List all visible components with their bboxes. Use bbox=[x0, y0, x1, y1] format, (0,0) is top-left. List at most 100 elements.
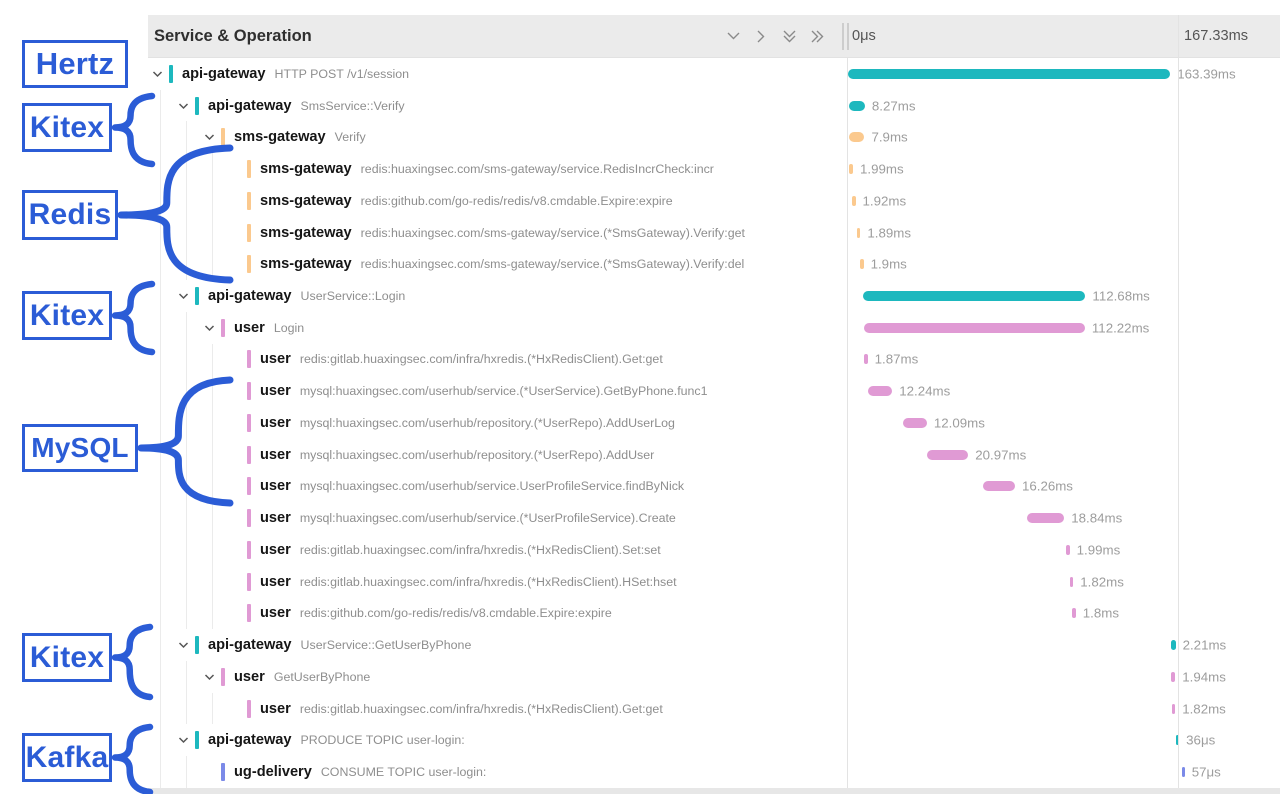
span-row[interactable]: sms-gatewayredis:github.com/go-redis/red… bbox=[148, 185, 1280, 217]
column-resizer-grip[interactable] bbox=[842, 23, 844, 50]
collapse-chevron-icon[interactable] bbox=[204, 131, 221, 143]
service-name: sms-gateway bbox=[260, 161, 352, 177]
service-name: user bbox=[234, 320, 265, 336]
indent-guide bbox=[212, 439, 213, 471]
span-row[interactable]: userLogin112.22ms bbox=[148, 312, 1280, 344]
span-duration-bar[interactable] bbox=[1182, 767, 1185, 777]
collapse-chevron-icon[interactable] bbox=[178, 734, 195, 746]
span-duration-bar[interactable] bbox=[860, 259, 864, 269]
span-duration-label: 36μs bbox=[1186, 733, 1215, 748]
indent-guide bbox=[160, 566, 161, 598]
indent-guide bbox=[160, 502, 161, 534]
indent-guide bbox=[186, 248, 187, 280]
span-duration-bar[interactable] bbox=[1171, 640, 1175, 650]
span-row[interactable]: userredis:github.com/go-redis/redis/v8.c… bbox=[148, 597, 1280, 629]
span-row[interactable]: api-gatewayUserService::GetUserByPhone2.… bbox=[148, 629, 1280, 661]
span-duration-bar[interactable] bbox=[864, 323, 1085, 333]
span-duration-label: 8.27ms bbox=[872, 98, 916, 113]
collapse-chevron-icon[interactable] bbox=[204, 322, 221, 334]
span-row[interactable]: userGetUserByPhone1.94ms bbox=[148, 661, 1280, 693]
span-name-column: api-gatewayUserService::Login bbox=[148, 280, 847, 312]
span-row[interactable]: api-gatewaySmsService::Verify8.27ms bbox=[148, 90, 1280, 122]
span-rows: api-gatewayHTTP POST /v1/session163.39ms… bbox=[148, 58, 1280, 788]
span-row[interactable]: usermysql:huaxingsec.com/userhub/service… bbox=[148, 471, 1280, 503]
trace-annotated-screenshot: Service & Operation 0μs 167.33ms api-gat… bbox=[0, 0, 1280, 794]
collapse-chevron-icon[interactable] bbox=[178, 290, 195, 302]
double-chevron-right-icon[interactable] bbox=[810, 29, 825, 44]
service-name: user bbox=[260, 415, 291, 431]
column-resizer-grip[interactable] bbox=[847, 23, 849, 50]
collapse-chevron-icon[interactable] bbox=[178, 639, 195, 651]
span-row[interactable]: usermysql:huaxingsec.com/userhub/service… bbox=[148, 375, 1280, 407]
span-duration-bar[interactable] bbox=[1171, 672, 1175, 682]
span-duration-label: 112.68ms bbox=[1092, 289, 1149, 304]
span-duration-bar[interactable] bbox=[1027, 513, 1064, 523]
span-bar-column: 112.68ms bbox=[847, 280, 1280, 312]
span-duration-label: 12.24ms bbox=[899, 384, 950, 399]
span-row[interactable]: ug-deliveryCONSUME TOPIC user-login:57μs bbox=[148, 756, 1280, 788]
span-row[interactable]: api-gatewayHTTP POST /v1/session163.39ms bbox=[148, 58, 1280, 90]
annotation-box-kafka: Kafka bbox=[22, 733, 112, 782]
span-bar-column: 20.97ms bbox=[847, 439, 1280, 471]
service-color-bar bbox=[247, 541, 251, 559]
indent-guide bbox=[160, 629, 161, 661]
span-row[interactable]: userredis:gitlab.huaxingsec.com/infra/hx… bbox=[148, 566, 1280, 598]
operation-name: redis:gitlab.huaxingsec.com/infra/hxredi… bbox=[300, 543, 661, 557]
span-duration-bar[interactable] bbox=[1070, 577, 1074, 587]
operation-name: PRODUCE TOPIC user-login: bbox=[301, 733, 465, 747]
span-row[interactable]: usermysql:huaxingsec.com/userhub/reposit… bbox=[148, 407, 1280, 439]
operation-name: mysql:huaxingsec.com/userhub/repository.… bbox=[300, 448, 654, 462]
annotation-brace-kitex bbox=[115, 284, 152, 352]
indent-guide bbox=[160, 153, 161, 185]
span-duration-bar[interactable] bbox=[864, 354, 868, 364]
span-row[interactable]: usermysql:huaxingsec.com/userhub/reposit… bbox=[148, 439, 1280, 471]
span-duration-bar[interactable] bbox=[849, 101, 865, 111]
service-name: api-gateway bbox=[208, 732, 292, 748]
double-chevron-down-icon[interactable] bbox=[782, 29, 797, 44]
span-duration-bar[interactable] bbox=[903, 418, 927, 428]
span-duration-bar[interactable] bbox=[1072, 608, 1076, 618]
span-row[interactable]: userredis:gitlab.huaxingsec.com/infra/hx… bbox=[148, 534, 1280, 566]
span-duration-bar[interactable] bbox=[848, 69, 1170, 79]
indent-guide bbox=[160, 185, 161, 217]
indent-guide bbox=[212, 566, 213, 598]
span-row[interactable]: sms-gatewayredis:huaxingsec.com/sms-gate… bbox=[148, 217, 1280, 249]
span-duration-bar[interactable] bbox=[868, 386, 892, 396]
span-row[interactable]: userredis:gitlab.huaxingsec.com/infra/hx… bbox=[148, 693, 1280, 725]
service-color-bar bbox=[195, 97, 199, 115]
collapse-chevron-icon[interactable] bbox=[152, 68, 169, 80]
panel-bottom-edge bbox=[148, 788, 1280, 794]
span-duration-bar[interactable] bbox=[983, 481, 1015, 491]
indent-guide bbox=[160, 693, 161, 725]
span-row[interactable]: usermysql:huaxingsec.com/userhub/service… bbox=[148, 502, 1280, 534]
service-name: user bbox=[260, 478, 291, 494]
chevron-right-icon[interactable] bbox=[754, 29, 769, 44]
span-bar-column: 36μs bbox=[847, 724, 1280, 756]
chevron-down-icon[interactable] bbox=[726, 29, 741, 44]
collapse-chevron-icon[interactable] bbox=[178, 100, 195, 112]
span-duration-bar[interactable] bbox=[852, 196, 856, 206]
span-duration-bar[interactable] bbox=[849, 132, 865, 142]
collapse-chevron-icon[interactable] bbox=[204, 671, 221, 683]
span-duration-bar[interactable] bbox=[863, 291, 1085, 301]
span-duration-bar[interactable] bbox=[1066, 545, 1070, 555]
span-duration-bar[interactable] bbox=[857, 228, 861, 238]
span-duration-label: 1.92ms bbox=[863, 193, 907, 208]
indent-guide bbox=[186, 439, 187, 471]
span-row[interactable]: userredis:gitlab.huaxingsec.com/infra/hx… bbox=[148, 344, 1280, 376]
service-color-bar bbox=[195, 287, 199, 305]
span-duration-bar[interactable] bbox=[927, 450, 968, 460]
indent-guide bbox=[160, 597, 161, 629]
span-duration-bar[interactable] bbox=[849, 164, 853, 174]
indent-guide bbox=[160, 280, 161, 312]
span-row[interactable]: api-gateway PRODUCE TOPIC user-login: 36μs bbox=[148, 724, 1280, 756]
span-row[interactable]: sms-gatewayredis:huaxingsec.com/sms-gate… bbox=[148, 248, 1280, 280]
span-row[interactable]: sms-gatewayVerify7.9ms bbox=[148, 121, 1280, 153]
span-row[interactable]: sms-gatewayredis:huaxingsec.com/sms-gate… bbox=[148, 153, 1280, 185]
span-duration-label: 1.82ms bbox=[1080, 574, 1124, 589]
span-name-column: userGetUserByPhone bbox=[148, 661, 847, 693]
operation-name: UserService::Login bbox=[301, 289, 406, 303]
service-color-bar bbox=[221, 319, 225, 337]
span-row[interactable]: api-gatewayUserService::Login 112.68ms bbox=[148, 280, 1280, 312]
span-duration-bar[interactable] bbox=[1172, 704, 1176, 714]
